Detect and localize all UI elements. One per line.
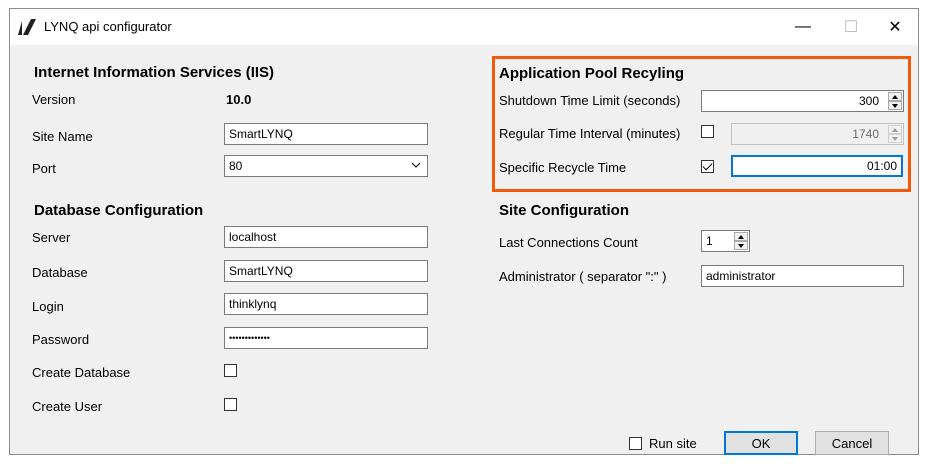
arrow-down-icon <box>738 244 744 248</box>
server-input[interactable] <box>224 226 428 248</box>
spin-down-button[interactable] <box>888 101 902 110</box>
specific-recycle-label: Specific Recycle Time <box>499 160 627 175</box>
site-name-label: Site Name <box>32 129 93 144</box>
spin-down-button <box>888 134 902 143</box>
close-icon: ✕ <box>888 19 902 36</box>
chevron-down-icon <box>411 162 421 168</box>
app-pool-header: Application Pool Recyling <box>499 65 685 82</box>
port-select[interactable]: 80 <box>224 155 428 177</box>
last-connections-value: 1 <box>706 234 713 248</box>
cancel-button[interactable]: Cancel <box>815 431 889 455</box>
spin-up-button <box>888 125 902 134</box>
database-header: Database Configuration <box>34 202 204 219</box>
create-database-label: Create Database <box>32 365 131 380</box>
window-title: LYNQ api configurator <box>44 19 172 34</box>
regular-interval-checkbox[interactable] <box>701 125 714 138</box>
arrow-down-icon <box>892 137 898 141</box>
password-label: Password <box>32 332 90 347</box>
regular-interval-spinner <box>888 124 902 144</box>
lynq-logo-icon <box>18 19 36 35</box>
administrator-label: Administrator ( separator ":" ) <box>499 269 667 284</box>
ok-button[interactable]: OK <box>724 431 798 455</box>
title-bar[interactable]: LYNQ api configurator — ☐ ✕ <box>10 9 918 45</box>
specific-recycle-time-input[interactable] <box>731 155 903 177</box>
minimize-button[interactable]: — <box>780 9 826 45</box>
database-label: Database <box>32 265 88 280</box>
last-connections-spinner[interactable] <box>734 231 748 251</box>
regular-interval-value: 1740 <box>852 127 879 141</box>
maximize-button[interactable]: ☐ <box>828 9 874 45</box>
shutdown-value: 300 <box>858 94 879 108</box>
close-button[interactable]: ✕ <box>872 9 918 45</box>
run-site-label[interactable]: Run site <box>649 436 697 451</box>
port-selected-value: 80 <box>229 159 243 173</box>
run-site-checkbox[interactable] <box>629 437 642 450</box>
spin-down-button[interactable] <box>734 241 748 250</box>
administrator-input[interactable] <box>701 265 904 287</box>
database-input[interactable] <box>224 260 428 282</box>
arrow-up-icon <box>892 95 898 99</box>
arrow-up-icon <box>892 128 898 132</box>
create-database-checkbox[interactable] <box>224 364 237 377</box>
regular-interval-label: Regular Time Interval (minutes) <box>499 126 681 141</box>
shutdown-spinner[interactable] <box>888 91 902 111</box>
create-user-label: Create User <box>32 399 103 414</box>
port-label: Port <box>32 161 56 176</box>
site-name-input[interactable] <box>224 123 428 145</box>
spin-up-button[interactable] <box>734 232 748 241</box>
password-input[interactable] <box>224 327 428 349</box>
last-connections-spinbox[interactable]: 1 <box>701 230 750 252</box>
version-value: 10.0 <box>226 92 252 107</box>
login-label: Login <box>32 299 64 314</box>
create-user-checkbox[interactable] <box>224 398 237 411</box>
shutdown-label: Shutdown Time Limit (seconds) <box>499 93 681 108</box>
specific-recycle-checkbox[interactable] <box>701 160 714 173</box>
maximize-icon: ☐ <box>843 19 859 36</box>
iis-header: Internet Information Services (IIS) <box>34 64 275 81</box>
shutdown-spinbox[interactable]: 300 <box>701 90 904 112</box>
site-config-header: Site Configuration <box>499 202 629 219</box>
version-label: Version <box>32 92 76 107</box>
server-label: Server <box>32 230 71 245</box>
spin-up-button[interactable] <box>888 92 902 101</box>
arrow-down-icon <box>892 104 898 108</box>
arrow-up-icon <box>738 235 744 239</box>
regular-interval-spinbox: 1740 <box>731 123 904 145</box>
minimize-icon: — <box>795 18 811 35</box>
last-connections-label: Last Connections Count <box>499 235 638 250</box>
login-input[interactable] <box>224 293 428 315</box>
configurator-window: LYNQ api configurator — ☐ ✕ Internet Inf… <box>9 8 919 455</box>
